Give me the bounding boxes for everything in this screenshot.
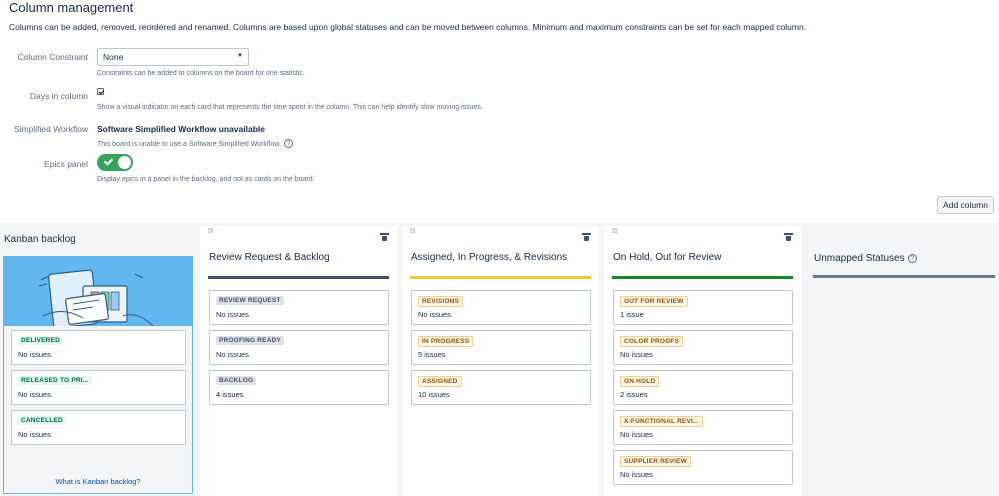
status-card[interactable]: ON HOLD 2 issues	[613, 370, 793, 405]
drag-handle-icon[interactable]: ⁞⁞⁞⁞	[208, 231, 213, 234]
status-lozenge: BACKLOG	[216, 376, 256, 385]
days-in-column-help: Show a visual indicator on each card tha…	[97, 104, 483, 111]
status-lozenge: IN PROGRESS	[418, 336, 473, 347]
status-lozenge: PROOFING READY	[216, 336, 284, 345]
toggle-knob	[118, 156, 131, 169]
status-card[interactable]: RELEASED TO PRI... No issues	[11, 370, 186, 405]
epics-panel-help: Display epics in a panel in the backlog,…	[97, 176, 315, 183]
chevron-down-icon: ▼	[237, 53, 243, 59]
issue-count: 5 issues	[418, 350, 446, 359]
unmapped-statuses-label: Unmapped Statuses	[814, 253, 905, 264]
status-lozenge: REVISIONS	[418, 296, 463, 307]
issue-count: No issues	[18, 390, 51, 399]
epics-panel-label: Epics panel	[44, 159, 88, 169]
issue-count: No issues	[216, 310, 249, 319]
status-card[interactable]: PROOFING READY No issues	[209, 330, 389, 365]
page-title: Column management	[9, 0, 133, 15]
issue-count: 2 issues	[620, 390, 648, 399]
page-description: Columns can be added, removed, reordered…	[9, 22, 806, 32]
status-card[interactable]: ASSIGNED 10 issues	[411, 370, 591, 405]
unmapped-status-bar	[813, 275, 995, 278]
status-lozenge: RELEASED TO PRI...	[18, 376, 92, 385]
status-lozenge: COLOR PROOFS	[620, 336, 683, 347]
cards-illustration-icon	[3, 256, 193, 326]
issue-count: No issues	[620, 470, 653, 479]
trash-icon[interactable]	[583, 233, 590, 241]
simplified-workflow-help: This board is unable to use a Software S…	[97, 141, 281, 148]
epics-panel-toggle[interactable]	[97, 154, 133, 171]
drag-handle-icon[interactable]: ⁞⁞⁞⁞	[612, 231, 617, 234]
days-in-column-checkbox[interactable]	[97, 88, 104, 95]
help-icon[interactable]: ?	[284, 139, 293, 148]
drag-handle-icon[interactable]: ⁞⁞⁞⁞	[410, 231, 415, 234]
simplified-workflow-value: Software Simplified Workflow unavailable	[97, 124, 265, 134]
issue-count: 4 issues	[216, 390, 244, 399]
status-lozenge: SUPPLIER REVIEW	[620, 456, 691, 467]
column-status-bar	[410, 276, 591, 279]
column-constraint-value: None	[103, 52, 123, 62]
add-column-button[interactable]: Add column	[937, 196, 994, 214]
status-card[interactable]: CANCELLED No issues	[11, 410, 186, 445]
column-title[interactable]: On Hold, Out for Review	[613, 252, 721, 263]
column-constraint-help: Constraints can be added to columns on t…	[97, 70, 305, 77]
status-card[interactable]: SUPPLIER REVIEW No issues	[613, 450, 793, 485]
column-title[interactable]: Assigned, In Progress, & Revisions	[411, 252, 567, 263]
status-lozenge: DELIVERED	[18, 336, 63, 345]
status-card[interactable]: BACKLOG 4 issues	[209, 370, 389, 405]
column-constraint-select[interactable]: None ▼	[97, 48, 249, 66]
issue-count: No issues	[216, 350, 249, 359]
status-card[interactable]: DELIVERED No issues	[11, 330, 186, 365]
status-card[interactable]: REVIEW REQUEST No issues	[209, 290, 389, 325]
status-card[interactable]: OUT FOR REVIEW 1 issue	[613, 290, 793, 325]
issue-count: No issues	[18, 350, 51, 359]
status-card[interactable]: REVISIONS No issues	[411, 290, 591, 325]
status-card[interactable]: X-FUNCTIONAL REVI... No issues	[613, 410, 793, 445]
kanban-backlog-help-link[interactable]: What is Kanban backlog?	[0, 477, 196, 486]
status-card[interactable]: COLOR PROOFS No issues	[613, 330, 793, 365]
status-lozenge: REVIEW REQUEST	[216, 296, 284, 305]
issue-count: 1 issue	[620, 310, 644, 319]
status-lozenge: ASSIGNED	[418, 376, 462, 387]
issue-count: No issues	[18, 430, 51, 439]
issue-count: No issues	[620, 430, 653, 439]
simplified-workflow-label: Simplified Workflow	[14, 124, 88, 134]
column-title[interactable]: Review Request & Backlog	[209, 252, 330, 263]
status-card[interactable]: IN PROGRESS 5 issues	[411, 330, 591, 365]
check-icon	[104, 156, 113, 165]
column-constraint-label: Column Constraint	[18, 52, 88, 62]
trash-icon[interactable]	[381, 233, 388, 241]
help-icon[interactable]: ?	[908, 254, 917, 263]
status-lozenge: OUT FOR REVIEW	[620, 296, 688, 307]
issue-count: 10 issues	[418, 390, 450, 399]
status-lozenge: X-FUNCTIONAL REVI...	[620, 416, 703, 427]
trash-icon[interactable]	[785, 233, 792, 241]
kanban-backlog-illustration	[3, 256, 193, 326]
days-in-column-label: Days in column	[30, 91, 88, 101]
column-status-bar	[208, 276, 389, 279]
status-lozenge: CANCELLED	[18, 416, 66, 425]
status-lozenge: ON HOLD	[620, 376, 659, 387]
issue-count: No issues	[620, 350, 653, 359]
column-status-bar	[612, 276, 793, 279]
kanban-backlog-title: Kanban backlog	[4, 234, 76, 245]
unmapped-statuses-title: Unmapped Statuses?	[814, 253, 917, 264]
issue-count: No issues	[418, 310, 451, 319]
